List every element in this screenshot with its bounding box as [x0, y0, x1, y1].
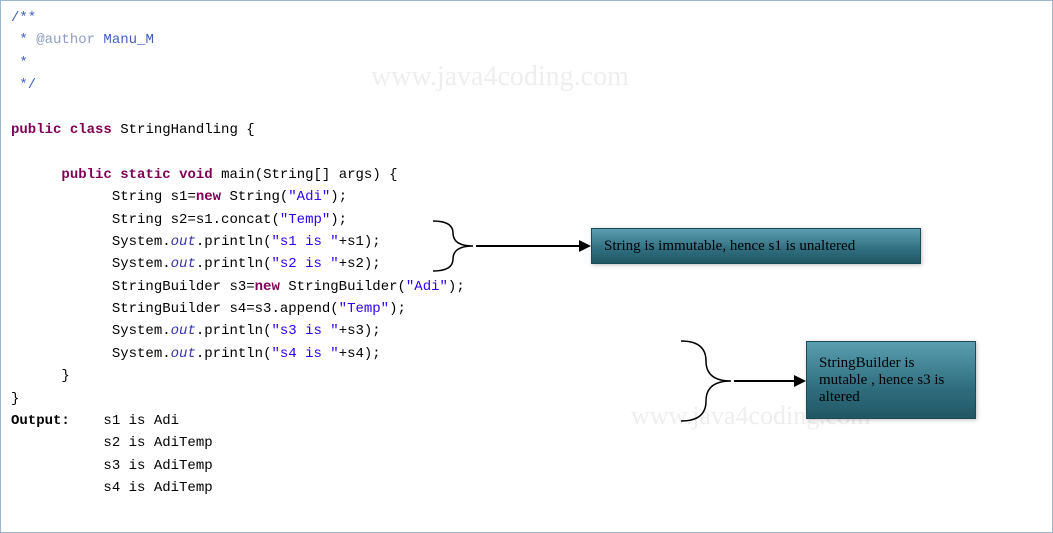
str-s1is: "s1 is " — [271, 234, 338, 250]
str-temp1: "Temp" — [280, 212, 330, 228]
line-s1-b: String( — [221, 189, 288, 205]
callout-string-immutable: String is immutable, hence s1 is unalter… — [591, 228, 921, 264]
sys4b: .println( — [196, 346, 272, 362]
callout2-text: StringBuilder is mutable , hence s3 is a… — [819, 355, 963, 406]
line-s2-b: ); — [330, 212, 347, 228]
sys1c: +s1); — [339, 234, 381, 250]
sys2b: .println( — [196, 256, 272, 272]
callout-stringbuilder-mutable: StringBuilder is mutable , hence s3 is a… — [806, 341, 976, 419]
kw-static: static — [120, 167, 170, 183]
str-s2is: "s2 is " — [271, 256, 338, 272]
out1: out — [171, 234, 196, 250]
class-name: StringHandling { — [112, 122, 255, 138]
kw-public: public — [11, 122, 61, 138]
sys4a: System. — [112, 346, 171, 362]
str-adi1: "Adi" — [288, 189, 330, 205]
str-s3is: "s3 is " — [271, 323, 338, 339]
close-brace2: } — [11, 391, 19, 407]
str-adi2: "Adi" — [406, 279, 448, 295]
sys2c: +s2); — [339, 256, 381, 272]
line-s1-c: ); — [330, 189, 347, 205]
sys3b: .println( — [196, 323, 272, 339]
line-s4-b: ); — [389, 301, 406, 317]
comment-line4: */ — [11, 77, 36, 93]
line-s3-b: StringBuilder( — [280, 279, 406, 295]
close-brace1: } — [11, 368, 70, 384]
kw-public2: public — [61, 167, 111, 183]
javadoc-tag: @author — [36, 32, 95, 48]
comment-line1: /** — [11, 10, 36, 26]
comment-author: Manu_M — [95, 32, 154, 48]
output-line3: s3 is AdiTemp — [103, 458, 212, 474]
callout1-text: String is immutable, hence s1 is unalter… — [604, 238, 855, 255]
sys3a: System. — [112, 323, 171, 339]
out2: out — [171, 256, 196, 272]
output-line4: s4 is AdiTemp — [103, 480, 212, 496]
kw-new1: new — [196, 189, 221, 205]
out3: out — [171, 323, 196, 339]
kw-class: class — [70, 122, 112, 138]
out4: out — [171, 346, 196, 362]
kw-void: void — [179, 167, 213, 183]
line-s1-a: String s1= — [112, 189, 196, 205]
main-sig: main(String[] args) { — [213, 167, 398, 183]
comment-line2-pre: * — [11, 32, 36, 48]
kw-new2: new — [255, 279, 280, 295]
str-temp2: "Temp" — [339, 301, 389, 317]
sys4c: +s4); — [339, 346, 381, 362]
line-s3-a: StringBuilder s3= — [112, 279, 255, 295]
sys3c: +s3); — [339, 323, 381, 339]
output-label: Output: — [11, 413, 70, 429]
comment-line3: * — [11, 55, 28, 71]
sys2a: System. — [112, 256, 171, 272]
sys1a: System. — [112, 234, 171, 250]
line-s3-c: ); — [448, 279, 465, 295]
line-s2-a: String s2=s1.concat( — [112, 212, 280, 228]
line-s4-a: StringBuilder s4=s3.append( — [112, 301, 339, 317]
output-line2: s2 is AdiTemp — [103, 435, 212, 451]
str-s4is: "s4 is " — [271, 346, 338, 362]
code-screenshot: www.java4coding.com www.java4coding.com … — [0, 0, 1053, 533]
output-line1: s1 is Adi — [103, 413, 179, 429]
sys1b: .println( — [196, 234, 272, 250]
